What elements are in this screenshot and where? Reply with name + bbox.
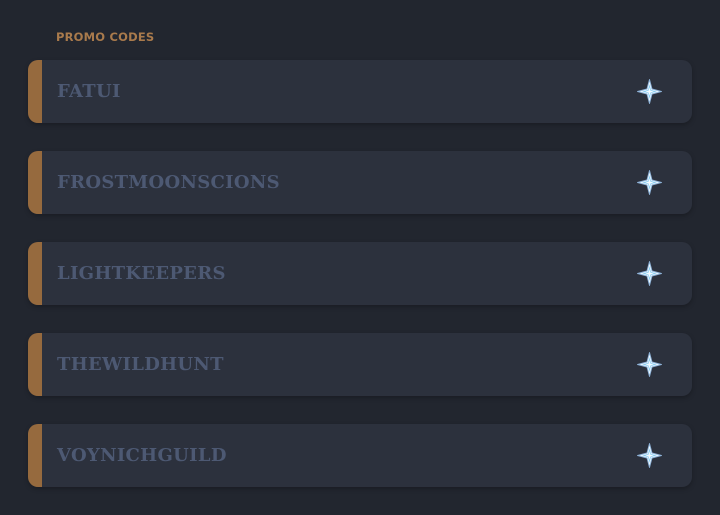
primogem-icon <box>637 170 662 195</box>
promo-code-card[interactable]: FROSTMOONSCIONS <box>28 151 692 214</box>
card-accent-bar <box>28 151 42 214</box>
promo-code-text: LIGHTKEEPERS <box>57 263 226 284</box>
promo-code-text: THEWILDHUNT <box>57 354 224 375</box>
card-accent-bar <box>28 424 42 487</box>
primogem-icon <box>637 79 662 104</box>
card-accent-bar <box>28 333 42 396</box>
promo-code-text: FATUI <box>57 81 121 102</box>
primogem-icon <box>637 261 662 286</box>
card-accent-bar <box>28 60 42 123</box>
primogem-icon <box>637 443 662 468</box>
promo-code-list: FATUI FROSTMOONSCIONS LIGHTKEEPERS THEWI… <box>28 60 692 515</box>
promo-code-text: VOYNICHGUILD <box>57 445 227 466</box>
promo-code-card[interactable]: THEWILDHUNT <box>28 333 692 396</box>
promo-code-text: FROSTMOONSCIONS <box>57 172 280 193</box>
card-accent-bar <box>28 242 42 305</box>
promo-code-card[interactable]: VOYNICHGUILD <box>28 424 692 487</box>
section-title: PROMO CODES <box>56 30 155 44</box>
promo-code-card[interactable]: FATUI <box>28 60 692 123</box>
promo-code-card[interactable]: LIGHTKEEPERS <box>28 242 692 305</box>
primogem-icon <box>637 352 662 377</box>
